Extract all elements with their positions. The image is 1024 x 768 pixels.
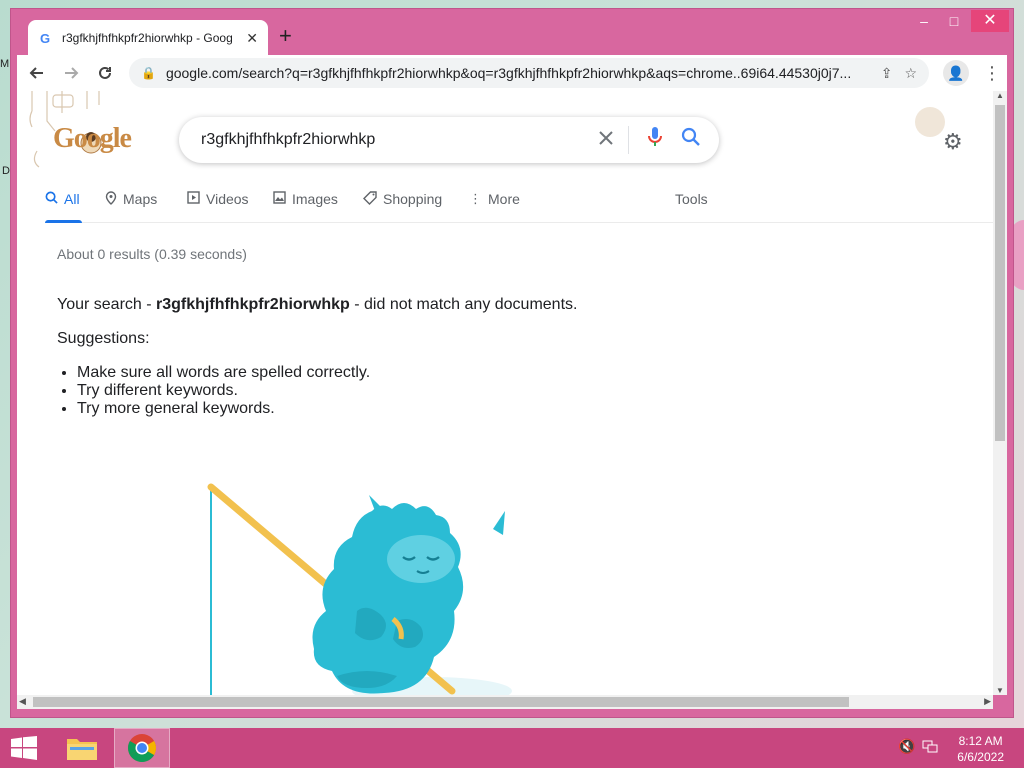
scrollbar-thumb[interactable] xyxy=(33,697,849,707)
suggestions-heading: Suggestions: xyxy=(57,330,150,347)
video-icon xyxy=(187,191,200,207)
scroll-up-arrow-icon[interactable]: ▲ xyxy=(996,91,1004,100)
tab-all[interactable]: All xyxy=(45,191,82,223)
page-content: Google r3gfkhjfhfhkpfr2hiorwhkp ⚙ All Ma… xyxy=(17,91,993,695)
chrome-taskbar-button[interactable] xyxy=(114,728,170,768)
arrow-right-icon xyxy=(65,67,79,79)
forward-button[interactable] xyxy=(57,59,85,87)
tag-icon xyxy=(363,191,377,208)
address-bar[interactable]: 🔒 google.com/search?q=r3gfkhjfhfhkpfr2hi… xyxy=(129,58,929,88)
tab-more[interactable]: ⋮ More xyxy=(469,191,520,223)
search-icon[interactable] xyxy=(681,127,701,153)
tab-label: Images xyxy=(292,191,338,207)
settings-gear-icon[interactable]: ⚙ xyxy=(943,129,963,155)
folder-icon xyxy=(67,739,97,760)
tools-button[interactable]: Tools xyxy=(675,191,708,223)
windows-start-icon[interactable] xyxy=(10,736,38,760)
suggestion-item: Try more general keywords. xyxy=(77,400,370,418)
tab-label: More xyxy=(488,191,520,207)
file-explorer-button[interactable] xyxy=(54,728,110,768)
google-favicon-icon: G xyxy=(38,30,54,46)
maximize-button[interactable]: □ xyxy=(939,13,969,29)
network-icon[interactable] xyxy=(922,738,938,757)
suggestion-item: Make sure all words are spelled correctl… xyxy=(77,364,370,382)
title-bar: G r3gfkhjfhfhkpfr2hiorwhkp - Goog ✕ + – … xyxy=(11,9,1013,56)
taskbar: 🔇 8:12 AM 6/6/2022 xyxy=(0,728,1024,768)
fishing-monster-illustration xyxy=(167,471,527,695)
microphone-icon[interactable] xyxy=(647,126,663,154)
tab-label: All xyxy=(64,191,80,207)
scroll-down-arrow-icon[interactable]: ▼ xyxy=(996,686,1004,695)
bookmark-star-icon[interactable]: ☆ xyxy=(904,65,917,82)
arrow-left-icon xyxy=(29,67,43,79)
lock-icon[interactable]: 🔒 xyxy=(141,66,156,80)
suggestion-item: Try different keywords. xyxy=(77,382,370,400)
desktop-icon-label-fragment: M xyxy=(0,58,10,70)
search-input[interactable]: r3gfkhjfhfhkpfr2hiorwhkp xyxy=(201,131,580,149)
chrome-icon xyxy=(128,734,156,762)
message-prefix: Your search - xyxy=(57,296,157,313)
search-box-divider xyxy=(628,126,629,154)
address-url: google.com/search?q=r3gfkhjfhfhkpfr2hior… xyxy=(165,65,852,81)
tab-shopping[interactable]: Shopping xyxy=(363,191,442,223)
clock-time: 8:12 AM xyxy=(958,734,1003,748)
clear-icon[interactable] xyxy=(598,129,614,152)
account-avatar[interactable] xyxy=(915,107,945,137)
tools-label: Tools xyxy=(675,191,708,207)
search-icon xyxy=(45,191,58,207)
browser-tab-active[interactable]: G r3gfkhjfhfhkpfr2hiorwhkp - Goog ✕ xyxy=(28,20,268,56)
scroll-right-arrow-icon[interactable]: ▶ xyxy=(984,696,991,707)
tab-maps[interactable]: Maps xyxy=(105,191,157,223)
tab-videos[interactable]: Videos xyxy=(187,191,249,223)
reload-icon xyxy=(99,66,111,79)
close-window-button[interactable]: ✕ xyxy=(971,10,1009,32)
doodle-wordmark: Google xyxy=(53,123,132,154)
more-vert-icon: ⋮ xyxy=(469,191,482,206)
minimize-button[interactable]: – xyxy=(909,13,939,29)
tab-label: Videos xyxy=(206,191,249,207)
desktop-icon-label-fragment: D xyxy=(2,165,10,177)
search-box[interactable]: r3gfkhjfhfhkpfr2hiorwhkp xyxy=(179,117,719,163)
scroll-left-arrow-icon[interactable]: ◀ xyxy=(19,696,26,707)
no-results-message: Your search - r3gfkhjfhfhkpfr2hiorwhkp -… xyxy=(57,296,577,314)
tab-close-icon[interactable]: ✕ xyxy=(246,30,258,47)
share-icon[interactable]: ⇪ xyxy=(881,65,893,82)
message-suffix: - did not match any documents. xyxy=(349,296,578,313)
google-doodle-logo[interactable]: Google xyxy=(27,91,157,181)
message-query: r3gfkhjfhfhkpfr2hiorwhkp xyxy=(156,296,350,313)
browser-toolbar: 🔒 google.com/search?q=r3gfkhjfhfhkpfr2hi… xyxy=(17,55,1007,91)
tab-label: Maps xyxy=(123,191,158,207)
system-clock[interactable]: 8:12 AM 6/6/2022 xyxy=(957,733,1004,765)
new-tab-button[interactable]: + xyxy=(279,25,292,47)
tab-title: r3gfkhjfhfhkpfr2hiorwhkp - Goog xyxy=(62,31,233,45)
scrollbar-thumb[interactable] xyxy=(995,105,1005,441)
volume-muted-icon[interactable]: 🔇 xyxy=(898,738,915,755)
back-button[interactable] xyxy=(23,59,51,87)
browser-window: G r3gfkhjfhfhkpfr2hiorwhkp - Goog ✕ + – … xyxy=(10,8,1014,718)
suggestions-list: Make sure all words are spelled correctl… xyxy=(77,364,370,418)
reload-button[interactable] xyxy=(91,59,119,87)
image-icon xyxy=(273,191,286,207)
result-stats: About 0 results (0.39 seconds) xyxy=(57,246,247,262)
clock-date: 6/6/2022 xyxy=(957,750,1004,764)
profile-avatar-icon[interactable]: 👤 xyxy=(943,60,969,86)
browser-menu-icon[interactable]: ⋮ xyxy=(983,63,1001,84)
tab-images[interactable]: Images xyxy=(273,191,338,223)
svg-text:G: G xyxy=(40,31,50,45)
map-pin-icon xyxy=(105,191,117,208)
vertical-scrollbar[interactable]: ▲ ▼ xyxy=(993,91,1007,695)
tab-label: Shopping xyxy=(383,191,443,207)
horizontal-scrollbar[interactable]: ◀ ▶ xyxy=(17,695,993,709)
search-tabs: All Maps Videos Images Shopping ⋮ More T… xyxy=(45,191,993,223)
